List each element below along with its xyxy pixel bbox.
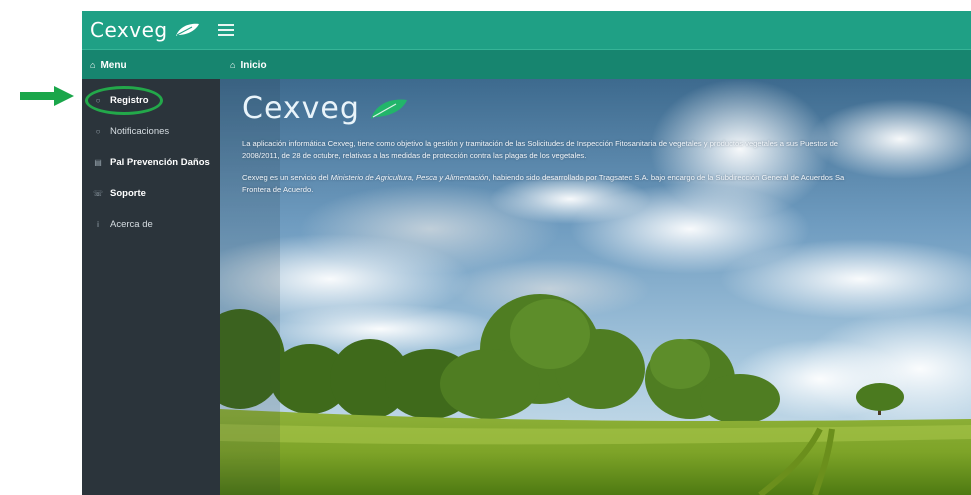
menu-header-label: Menu	[100, 59, 127, 71]
sidebar: ○ Registro ○ Notificaciones ▤ Pal Preven…	[82, 79, 220, 495]
annotation-arrow-icon	[20, 86, 74, 106]
content-logo-text: Cexveg	[242, 91, 360, 126]
hamburger-menu-icon[interactable]	[217, 24, 234, 36]
ministry-name: Ministerio de Agricultura, Pesca y Alime…	[330, 173, 489, 182]
app-window: Cexveg ⌂ Menu ⌂ Inicio ○ Registro ○ Noti…	[82, 11, 971, 495]
about-line-2: Frontera de Acuerdo.	[242, 185, 314, 194]
sidebar-item-acerca[interactable]: i Acerca de	[82, 209, 220, 240]
home-icon: ⌂	[90, 60, 96, 70]
breadcrumb-home-label: Inicio	[240, 59, 267, 71]
circle-icon: ○	[95, 96, 101, 105]
chart-icon: ▤	[94, 158, 102, 167]
sidebar-item-label: Registro	[110, 95, 149, 106]
sidebar-item-label: Acerca de	[110, 219, 153, 230]
sidebar-item-label: Pal Prevención Daños	[110, 157, 210, 168]
menu-header: ⌂ Menu	[90, 50, 127, 80]
leaf-logo-icon	[370, 99, 407, 119]
intro-paragraph: La aplicación informática Cexveg, tiene …	[242, 138, 971, 162]
circle-icon: ○	[95, 127, 101, 136]
top-navbar: Cexveg	[82, 11, 971, 49]
breadcrumb-home[interactable]: ⌂ Inicio	[230, 50, 267, 80]
content-logo: Cexveg	[242, 91, 971, 126]
about-line-1: Cexveg es un servicio del Ministerio de …	[242, 172, 971, 184]
sidebar-item-label: Soporte	[110, 188, 146, 199]
sidebar-item-soporte[interactable]: ☏ Soporte	[82, 178, 220, 209]
home-icon: ⌂	[230, 60, 236, 70]
leaf-logo-icon	[175, 23, 199, 36]
sidebar-item-prevencion[interactable]: ▤ Pal Prevención Daños	[82, 147, 220, 178]
screenshot-stage: Cexveg ⌂ Menu ⌂ Inicio ○ Registro ○ Noti…	[0, 0, 971, 495]
sidebar-item-notificaciones[interactable]: ○ Notificaciones	[82, 116, 220, 147]
about-text-a: Cexveg es un servicio del	[242, 173, 331, 182]
sidebar-item-registro[interactable]: ○ Registro	[82, 85, 220, 116]
welcome-panel: Cexveg La aplicación informática Cexveg,…	[242, 91, 971, 196]
phone-icon: ☏	[92, 189, 103, 198]
about-text-b: , habiendo sido desarrollado por Tragsat…	[488, 173, 845, 182]
info-icon: i	[97, 220, 99, 229]
intro-line-2: 2008/2011, de 28 de octubre, relativas a…	[242, 151, 587, 160]
intro-line-1: La aplicación informática Cexveg, tiene …	[242, 139, 839, 148]
brand-name[interactable]: Cexveg	[90, 18, 168, 42]
about-paragraph: Cexveg es un servicio del Ministerio de …	[242, 172, 971, 196]
main-content: Cexveg La aplicación informática Cexveg,…	[220, 79, 971, 495]
sidebar-item-label: Notificaciones	[110, 126, 170, 137]
breadcrumb-bar: ⌂ Menu ⌂ Inicio	[82, 49, 971, 79]
